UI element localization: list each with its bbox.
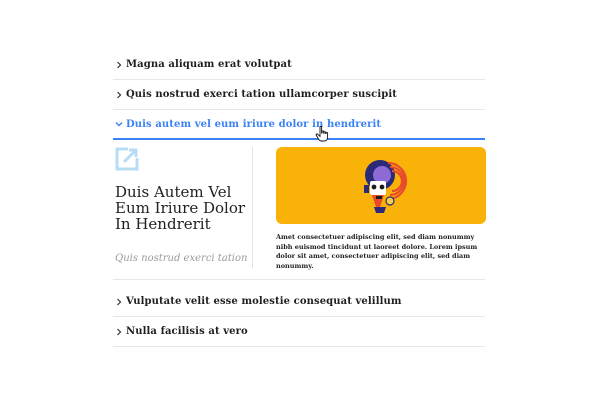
- accordion-item-label: Magna aliquam erat volutpat: [126, 59, 292, 70]
- accordion-item-3[interactable]: Duis autem vel eum iriure dolor in hendr…: [113, 110, 485, 140]
- panel-subtitle: Quis nostrud exerci tation: [115, 253, 248, 264]
- accordion-item-label: Duis autem vel eum iriure dolor in hendr…: [126, 118, 382, 130]
- chevron-down-icon: [113, 121, 125, 127]
- chevron-right-icon: [113, 61, 125, 69]
- external-link-icon[interactable]: [115, 147, 139, 171]
- chevron-right-icon: [113, 91, 125, 99]
- accordion-item-label: Nulla facilisis at vero: [126, 326, 248, 337]
- panel-title: Duis Autem Vel Eum Iriure Dolor In Hendr…: [115, 183, 246, 233]
- illustration-image: [276, 147, 486, 224]
- accordion-panel: Duis Autem Vel Eum Iriure Dolor In Hendr…: [113, 140, 486, 280]
- panel-body-text: Amet consectetuer adipiscing elit, sed d…: [276, 233, 478, 270]
- accordion-item-label: Quis nostrud exerci tation ullamcorper s…: [126, 89, 397, 100]
- chevron-right-icon: [113, 298, 125, 306]
- accordion-item-5[interactable]: Nulla facilisis at vero: [113, 317, 485, 347]
- abstract-face-illustration: [364, 160, 408, 213]
- accordion-item-1[interactable]: Magna aliquam erat volutpat: [113, 50, 485, 80]
- faq-accordion: Magna aliquam erat volutpat Quis nostrud…: [0, 0, 600, 400]
- chevron-right-icon: [113, 328, 125, 336]
- panel-divider: [252, 147, 253, 268]
- accordion-item-label: Vulputate velit esse molestie consequat …: [126, 296, 402, 307]
- accordion-item-4[interactable]: Vulputate velit esse molestie consequat …: [113, 287, 485, 317]
- accordion-item-2[interactable]: Quis nostrud exerci tation ullamcorper s…: [113, 80, 485, 110]
- hand-pointer-cursor-icon: [315, 126, 329, 142]
